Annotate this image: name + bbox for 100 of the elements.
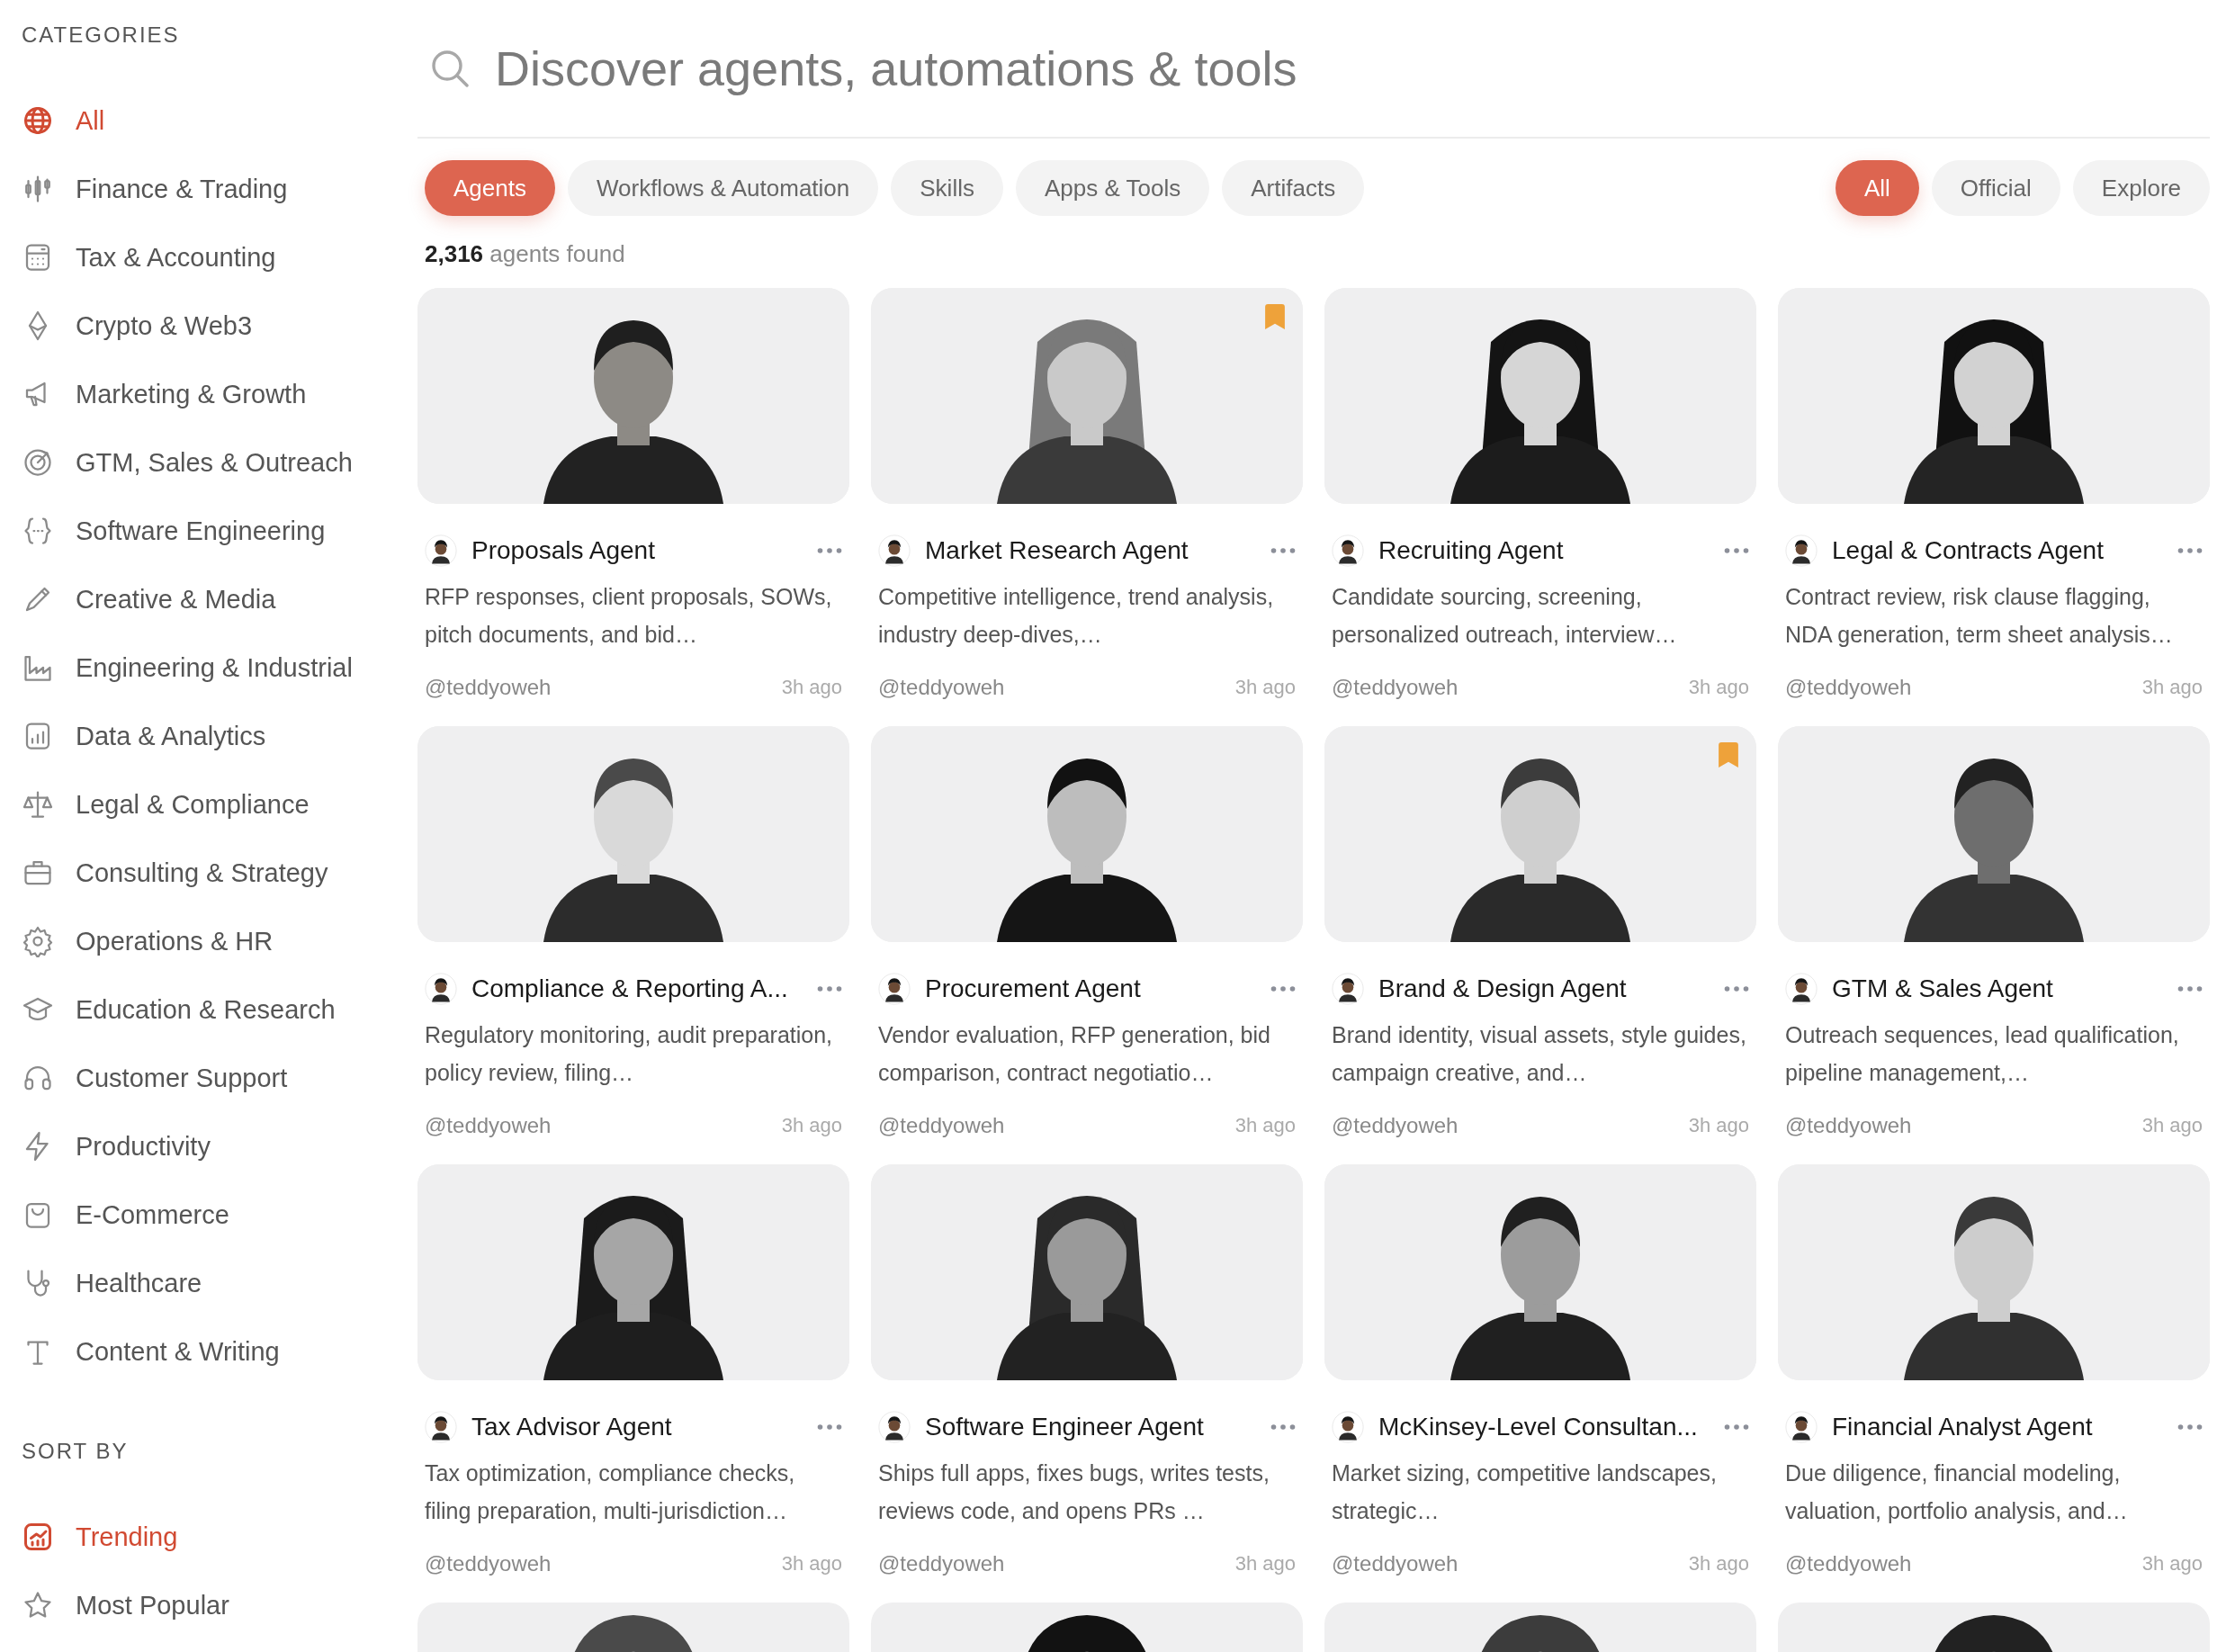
search-field[interactable]: Discover agents, automations & tools [495, 40, 2210, 96]
card-title[interactable]: McKinsey-Level Consultan... [1378, 1413, 1710, 1441]
filter-tab[interactable]: Explore [2072, 160, 2210, 216]
avatar-icon [1332, 973, 1364, 1005]
avatar-icon [878, 534, 911, 567]
category-tab[interactable]: Artifacts [1222, 160, 1365, 216]
avatar-icon [878, 1411, 911, 1443]
more-icon[interactable] [1724, 1423, 1749, 1431]
author-link[interactable]: @teddyoweh [878, 1551, 1005, 1576]
author-link[interactable]: @teddyoweh [1332, 1113, 1459, 1138]
author-link[interactable]: @teddyoweh [878, 675, 1005, 700]
author-link[interactable]: @teddyoweh [878, 1113, 1005, 1138]
category-item[interactable]: Education & Research [22, 975, 417, 1044]
timestamp: 3h ago [781, 676, 842, 699]
author-link[interactable]: @teddyoweh [1785, 1113, 1912, 1138]
timestamp: 3h ago [2141, 1552, 2203, 1576]
sort-item[interactable]: Most Popular [22, 1571, 417, 1639]
avatar-icon [1785, 1411, 1818, 1443]
author-link[interactable]: @teddyoweh [1785, 675, 1912, 700]
timestamp: 3h ago [1234, 1552, 1296, 1576]
card-description: Contract review, risk clause flagging, NDA generation, term sheet analysis… [1784, 583, 2174, 649]
more-icon[interactable] [2177, 1423, 2203, 1431]
category-item[interactable]: Data & Analytics [22, 702, 417, 770]
card-description: Regulatory monitoring, audit preparation, policy review, filing… [424, 1021, 834, 1087]
more-icon[interactable] [1270, 985, 1296, 992]
category-tab[interactable]: Apps & Tools [1015, 160, 1210, 216]
card-title[interactable]: GTM & Sales Agent [1832, 974, 2163, 1003]
timestamp: 3h ago [1234, 1114, 1296, 1137]
avatar-icon [1332, 1411, 1364, 1443]
card-title[interactable]: Brand & Design Agent [1378, 974, 1710, 1003]
author-link[interactable]: @teddyoweh [425, 1551, 552, 1576]
category-item[interactable]: Crypto & Web3 [22, 292, 417, 360]
category-item[interactable]: Customer Support [22, 1044, 417, 1112]
category-icon [22, 104, 54, 137]
sort-item[interactable]: Trending [22, 1503, 417, 1571]
more-icon[interactable] [2177, 547, 2203, 554]
result-count: 2,316 agents found [425, 239, 626, 269]
category-item[interactable]: Tax & Accounting [22, 223, 417, 292]
card-description: Competitive intelligence, trend analysis, industry deep-dives,… [877, 583, 1275, 649]
section-heading: SORT BY [22, 1438, 130, 1465]
avatar-icon [1332, 534, 1364, 567]
category-item[interactable]: All [22, 86, 417, 155]
card-title[interactable]: Tax Advisor Agent [471, 1413, 803, 1441]
card-description: Vendor evaluation, RFP generation, bid comparison, contract negotiatio… [877, 1021, 1271, 1087]
author-link[interactable]: @teddyoweh [1785, 1551, 1912, 1576]
card-title[interactable]: Proposals Agent [471, 536, 803, 565]
card-title[interactable]: Market Research Agent [925, 536, 1256, 565]
section-heading: CATEGORIES [22, 22, 181, 49]
category-item[interactable]: Operations & HR [22, 907, 417, 975]
timestamp: 3h ago [781, 1552, 842, 1576]
avatar-icon [878, 973, 911, 1005]
avatar-icon [425, 973, 457, 1005]
chart-icon [22, 1521, 54, 1553]
category-item[interactable]: Creative & Media [22, 565, 417, 633]
avatar-icon [425, 1411, 457, 1443]
category-icon [22, 925, 54, 957]
more-icon[interactable] [1270, 547, 1296, 554]
filter-tab[interactable]: Official [1931, 160, 2060, 216]
more-icon[interactable] [817, 985, 842, 992]
author-link[interactable]: @teddyoweh [425, 1113, 552, 1138]
card-description: Tax optimization, compliance checks, filing preparation, multi-jurisdiction… [424, 1459, 796, 1525]
category-tab[interactable]: Skills [891, 160, 1003, 216]
card-title[interactable]: Software Engineer Agent [925, 1413, 1256, 1441]
category-tab[interactable]: Workflows & Automation [567, 160, 879, 216]
more-icon[interactable] [1724, 985, 1749, 992]
category-item[interactable]: Content & Writing [22, 1317, 417, 1386]
author-link[interactable]: @teddyoweh [1332, 1551, 1459, 1576]
more-icon[interactable] [817, 1423, 842, 1431]
category-item[interactable]: Marketing & Growth [22, 360, 417, 428]
category-item[interactable]: Consulting & Strategy [22, 839, 417, 907]
card-description: RFP responses, client proposals, SOWs, pitch documents, and bid… [424, 583, 833, 649]
card-description: Outreach sequences, lead qualification, pipeline management,… [1784, 1021, 2180, 1087]
more-icon[interactable] [2177, 985, 2203, 992]
avatar-icon [1785, 534, 1818, 567]
author-link[interactable]: @teddyoweh [425, 675, 552, 700]
avatar-icon [1785, 973, 1818, 1005]
card-title[interactable]: Financial Analyst Agent [1832, 1413, 2163, 1441]
category-item[interactable]: Software Engineering [22, 497, 417, 565]
category-item[interactable]: Productivity [22, 1112, 417, 1181]
more-icon[interactable] [817, 547, 842, 554]
more-icon[interactable] [1724, 547, 1749, 554]
category-item[interactable]: Finance & Trading [22, 155, 417, 223]
category-item[interactable]: Engineering & Industrial [22, 633, 417, 702]
timestamp: 3h ago [2141, 676, 2203, 699]
card-title[interactable]: Legal & Contracts Agent [1832, 536, 2163, 565]
timestamp: 3h ago [1688, 1552, 1749, 1576]
author-link[interactable]: @teddyoweh [1332, 675, 1459, 700]
category-item[interactable]: Legal & Compliance [22, 770, 417, 839]
avatar-icon [425, 534, 457, 567]
card-title[interactable]: Recruiting Agent [1378, 536, 1710, 565]
card-description: Ships full apps, fixes bugs, writes tests, reviews code, and opens PRs … [877, 1459, 1270, 1525]
category-item[interactable]: E-Commerce [22, 1181, 417, 1249]
timestamp: 3h ago [781, 1114, 842, 1137]
card-title[interactable]: Procurement Agent [925, 974, 1256, 1003]
more-icon[interactable] [1270, 1423, 1296, 1431]
category-icon [22, 446, 54, 479]
category-item[interactable]: GTM, Sales & Outreach [22, 428, 417, 497]
category-item[interactable]: Healthcare [22, 1249, 417, 1317]
card-description: Market sizing, competitive landscapes, strategic… [1331, 1459, 1718, 1525]
card-title[interactable]: Compliance & Reporting A... [471, 974, 803, 1003]
